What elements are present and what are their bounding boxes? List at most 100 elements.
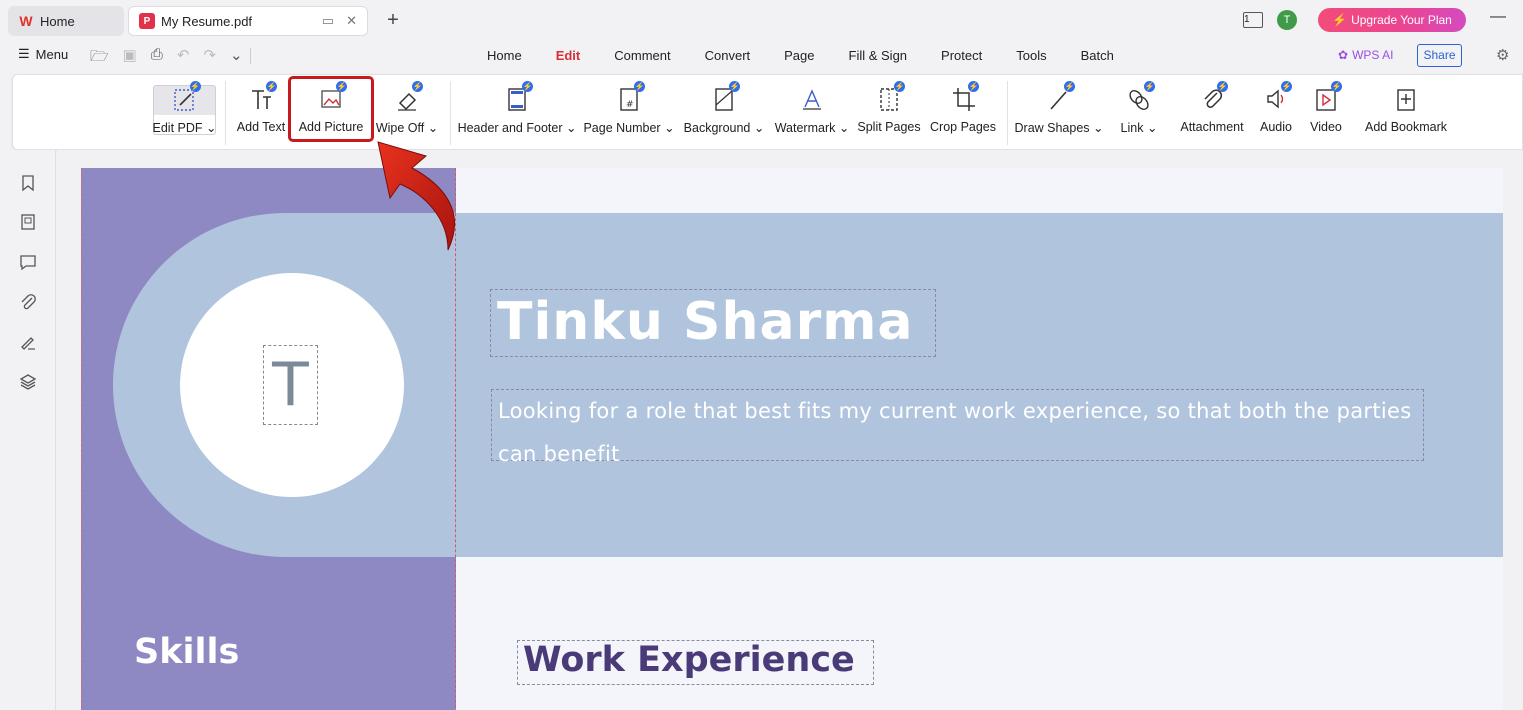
save-icon[interactable]: ▣ <box>123 46 137 71</box>
background-button[interactable]: ⚡ Background ⌄ <box>683 81 765 143</box>
add-text-button[interactable]: ⚡ Add Text <box>235 81 287 143</box>
link-button[interactable]: ⚡ Link ⌄ <box>1119 81 1159 143</box>
page-number-label: Page Number ⌄ <box>583 121 675 135</box>
header-footer-label: Header and Footer ⌄ <box>457 121 577 135</box>
signature-icon[interactable] <box>19 333 37 351</box>
page-count-icon[interactable]: 1 <box>1243 12 1263 28</box>
pen-icon: ⚡ <box>1046 81 1075 113</box>
hamburger-icon: ☰ <box>18 46 30 61</box>
tab-fill-sign[interactable]: Fill & Sign <box>832 40 925 72</box>
tab-protect[interactable]: Protect <box>924 40 999 72</box>
crop-pages-label: Crop Pages <box>930 120 997 134</box>
share-button[interactable]: Share <box>1417 44 1462 67</box>
wps-ai-label: WPS AI <box>1352 48 1394 62</box>
edit-pdf-button[interactable]: ⚡ Edit PDF ⌄ <box>153 81 216 143</box>
undo-icon[interactable]: ↶ <box>177 46 190 71</box>
bookmark-icon[interactable] <box>19 174 37 192</box>
wipe-off-label: Wipe Off ⌄ <box>375 121 439 135</box>
audio-label: Audio <box>1260 120 1292 134</box>
menu-label: Menu <box>35 46 69 62</box>
header-footer-icon: ⚡ <box>504 81 533 113</box>
add-text-label: Add Text <box>236 120 286 134</box>
add-text-icon: ⚡ <box>248 81 277 113</box>
tab-document[interactable]: P My Resume.pdf ▭ ✕ <box>128 6 368 36</box>
tab-tools[interactable]: Tools <box>999 40 1063 72</box>
quick-access-toolbar: 🗁 ▣ ⎙ ↶ ↷ ⌄ <box>90 46 243 71</box>
skills-heading[interactable]: Skills <box>134 632 239 672</box>
header-footer-button[interactable]: ⚡ Header and Footer ⌄ <box>458 81 576 143</box>
close-tab-icon[interactable]: ✕ <box>346 13 357 29</box>
document-view[interactable]: T Tinku Sharma Looking for a role that b… <box>57 150 1523 710</box>
work-experience-heading[interactable]: Work Experience <box>523 640 855 680</box>
tab-comment[interactable]: Comment <box>597 40 687 72</box>
left-sidebar <box>0 150 56 710</box>
layers-icon[interactable] <box>19 373 37 391</box>
wps-logo-icon: W <box>19 13 33 29</box>
video-icon: ⚡ <box>1313 81 1342 113</box>
pdf-page[interactable]: T Tinku Sharma Looking for a role that b… <box>81 168 1503 710</box>
menu-button[interactable]: ☰ Menu <box>18 46 68 62</box>
split-pages-icon: ⚡ <box>876 81 905 113</box>
pointer-arrow-annotation <box>377 141 455 251</box>
monogram-text-box[interactable]: T <box>263 345 318 425</box>
tab-batch[interactable]: Batch <box>1064 40 1131 72</box>
video-button[interactable]: ⚡ Video <box>1307 81 1345 143</box>
monitor-icon[interactable]: ▭ <box>322 13 334 29</box>
bookmark-add-icon <box>1393 85 1419 113</box>
background-label: Background ⌄ <box>683 121 765 135</box>
print-icon[interactable]: ⎙ <box>151 46 163 71</box>
minimize-icon[interactable]: — <box>1490 8 1506 26</box>
tab-home[interactable]: W Home <box>8 6 124 36</box>
crop-icon: ⚡ <box>950 81 979 113</box>
open-folder-icon[interactable]: 🗁 <box>90 46 109 71</box>
tab-home-ribbon[interactable]: Home <box>470 40 539 72</box>
tab-page[interactable]: Page <box>767 40 831 72</box>
avatar[interactable]: T <box>1277 10 1297 30</box>
header-band <box>456 213 1503 557</box>
gear-icon[interactable]: ⚙ <box>1496 46 1509 64</box>
crop-pages-button[interactable]: ⚡ Crop Pages <box>930 81 996 143</box>
wps-ai-button[interactable]: ✿ WPS AI <box>1338 48 1393 62</box>
add-picture-highlight <box>288 76 374 142</box>
background-icon: ⚡ <box>711 81 740 113</box>
tab-edit[interactable]: Edit <box>539 40 598 72</box>
split-pages-label: Split Pages <box>857 120 921 134</box>
audio-button[interactable]: ⚡ Audio <box>1257 81 1295 143</box>
eraser-icon: ⚡ <box>394 81 423 113</box>
tab-document-label: My Resume.pdf <box>161 13 253 29</box>
page-number-button[interactable]: # ⚡ Page Number ⌄ <box>583 81 675 143</box>
thumbnail-icon[interactable] <box>19 213 37 231</box>
link-label: Link ⌄ <box>1120 121 1158 135</box>
add-bookmark-label: Add Bookmark <box>1365 120 1447 134</box>
upgrade-plan-button[interactable]: ⚡ Upgrade Your Plan <box>1318 8 1466 32</box>
ribbon-divider <box>1007 81 1008 145</box>
resume-objective[interactable]: Looking for a role that best fits my cur… <box>498 390 1428 476</box>
wipe-off-button[interactable]: ⚡ Wipe Off ⌄ <box>375 81 439 143</box>
ribbon-divider <box>225 81 226 145</box>
draw-shapes-label: Draw Shapes ⌄ <box>1014 121 1104 135</box>
ribbon-divider <box>450 81 451 145</box>
draw-shapes-button[interactable]: ⚡ Draw Shapes ⌄ <box>1015 81 1104 143</box>
edit-pdf-icon: ⚡ <box>172 81 201 113</box>
title-bar: W Home P My Resume.pdf ▭ ✕ + 1 T ⚡ Upgra… <box>0 0 1523 40</box>
attachment-panel-icon[interactable] <box>19 293 37 311</box>
new-tab-button[interactable]: + <box>382 8 404 32</box>
page-edge-guide <box>81 168 82 710</box>
link-icon: ⚡ <box>1126 81 1155 113</box>
add-bookmark-button[interactable]: Add Bookmark <box>1363 81 1449 143</box>
watermark-icon <box>799 85 825 113</box>
speaker-icon: ⚡ <box>1263 81 1292 113</box>
resume-name[interactable]: Tinku Sharma <box>497 292 914 352</box>
redo-icon[interactable]: ↷ <box>203 46 216 71</box>
chevron-down-icon[interactable]: ⌄ <box>230 46 243 71</box>
edit-pdf-label: Edit PDF ⌄ <box>152 121 217 135</box>
watermark-button[interactable]: Watermark ⌄ <box>775 81 849 143</box>
ai-sparkle-icon: ✿ <box>1338 48 1349 62</box>
comment-icon[interactable] <box>19 253 37 271</box>
svg-text:#: # <box>626 100 634 110</box>
page-number-icon: # ⚡ <box>616 81 645 113</box>
attachment-button[interactable]: ⚡ Attachment <box>1179 81 1245 143</box>
tab-home-label: Home <box>40 13 75 29</box>
split-pages-button[interactable]: ⚡ Split Pages <box>857 81 921 143</box>
tab-convert[interactable]: Convert <box>688 40 768 72</box>
